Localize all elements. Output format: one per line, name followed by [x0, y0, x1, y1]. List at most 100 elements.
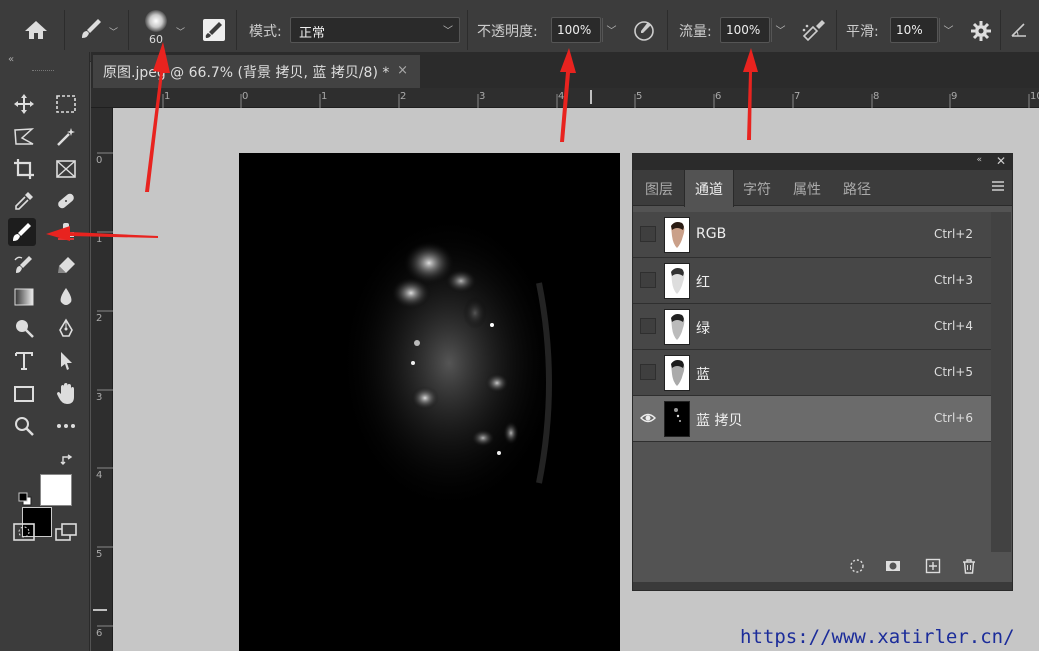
- close-icon[interactable]: ×: [397, 63, 408, 78]
- channel-name: 绿: [696, 321, 710, 337]
- ruler-label: 2: [96, 313, 103, 324]
- mode-select[interactable]: 正常 ﹀: [290, 17, 460, 43]
- tools-panel: «: [0, 52, 90, 651]
- close-icon[interactable]: ✕: [996, 154, 1006, 168]
- flow-value: 100%: [726, 23, 761, 37]
- home-icon[interactable]: [22, 18, 50, 42]
- flow-input[interactable]: 100% ﹀: [720, 17, 786, 43]
- eye-icon[interactable]: [640, 410, 656, 426]
- smoothing-label: 平滑:: [846, 24, 879, 40]
- crop-tool-icon[interactable]: [10, 155, 38, 183]
- visibility-toggle[interactable]: [640, 272, 656, 288]
- brush-tool-icon[interactable]: [8, 218, 36, 246]
- tab-character[interactable]: 字符: [743, 179, 771, 199]
- channel-name: 蓝: [696, 367, 710, 383]
- history-brush-tool-icon[interactable]: [10, 251, 38, 279]
- airbrush-icon[interactable]: [801, 18, 827, 46]
- panel-grip[interactable]: [32, 70, 54, 73]
- marquee-tool-icon[interactable]: [52, 90, 80, 118]
- swap-colors-icon[interactable]: [60, 453, 74, 471]
- visibility-toggle[interactable]: [640, 318, 656, 334]
- frame-tool-icon[interactable]: [52, 155, 80, 183]
- watermark-text: https://www.xatirler.cn/: [740, 626, 1015, 648]
- healing-tool-icon[interactable]: [52, 187, 80, 215]
- ruler-label: 3: [96, 392, 103, 403]
- chevron-down-icon[interactable]: ﹀: [176, 25, 185, 38]
- opacity-label: 不透明度:: [477, 24, 538, 40]
- ruler-label: 2: [400, 91, 407, 102]
- panel-resize-handle[interactable]: [633, 582, 1012, 590]
- type-tool-icon[interactable]: [10, 347, 38, 375]
- blur-tool-icon[interactable]: [52, 283, 80, 311]
- smoothing-input[interactable]: 10% ﹀: [890, 17, 954, 43]
- chevron-down-icon: ﹀: [443, 26, 453, 37]
- background-color-swatch[interactable]: [40, 474, 72, 506]
- ruler-label: 6: [715, 91, 722, 102]
- delete-channel-icon[interactable]: [961, 558, 977, 574]
- zoom-tool-icon[interactable]: [10, 412, 38, 440]
- channel-thumbnail: [664, 309, 690, 345]
- toggle-brush-panel-icon[interactable]: [203, 19, 225, 41]
- panel-footer: [633, 550, 1012, 582]
- eyedropper-tool-icon[interactable]: [10, 187, 38, 215]
- ruler-label: 8: [873, 91, 880, 102]
- tab-layers[interactable]: 图层: [645, 179, 673, 199]
- channel-name: 红: [696, 275, 710, 291]
- channel-shortcut: Ctrl+3: [933, 273, 973, 287]
- visibility-toggle[interactable]: [640, 364, 656, 380]
- chevron-down-icon[interactable]: ﹀: [602, 18, 620, 42]
- channel-row-rgb[interactable]: RGB Ctrl+2: [633, 212, 991, 258]
- magic-wand-tool-icon[interactable]: [52, 123, 80, 151]
- smoothing-value: 10%: [896, 23, 923, 37]
- document-tab[interactable]: 原图.jpeg @ 66.7% (背景 拷贝, 蓝 拷贝/8) * ×: [93, 55, 420, 88]
- dodge-tool-icon[interactable]: [10, 315, 38, 343]
- channel-row-red[interactable]: 红 Ctrl+3: [633, 258, 991, 304]
- channel-shortcut: Ctrl+4: [933, 319, 973, 333]
- channel-list: RGB Ctrl+2 红 Ctrl+3 绿 Ctrl+4 蓝 Ctrl+5 蓝 …: [633, 212, 991, 442]
- panel-scrollbar[interactable]: [991, 212, 1011, 552]
- panel-titlebar[interactable]: « ✕: [633, 154, 1012, 170]
- brush-icon[interactable]: [78, 16, 104, 46]
- mode-value: 正常: [299, 26, 326, 41]
- tab-channels[interactable]: 通道: [684, 170, 734, 207]
- channel-thumbnail: [664, 217, 690, 253]
- document-canvas[interactable]: [239, 153, 620, 651]
- channel-shortcut: Ctrl+6: [933, 411, 973, 425]
- angle-icon[interactable]: [1010, 22, 1028, 42]
- pressure-opacity-icon[interactable]: [632, 18, 656, 46]
- default-colors-icon[interactable]: [18, 492, 32, 510]
- path-select-tool-icon[interactable]: [52, 347, 80, 375]
- clone-stamp-tool-icon[interactable]: [52, 218, 80, 246]
- chevron-down-icon[interactable]: ﹀: [771, 18, 789, 42]
- quick-mask-icon[interactable]: [10, 518, 38, 546]
- panel-menu-icon[interactable]: [992, 181, 1004, 193]
- gear-icon[interactable]: [970, 20, 992, 46]
- channel-row-green[interactable]: 绿 Ctrl+4: [633, 304, 991, 350]
- visibility-toggle[interactable]: [640, 226, 656, 242]
- ruler-label: 6: [96, 628, 103, 639]
- eraser-tool-icon[interactable]: [52, 251, 80, 279]
- tab-properties[interactable]: 属性: [793, 179, 821, 199]
- ruler-label: 7: [794, 91, 801, 102]
- tab-paths[interactable]: 路径: [843, 179, 871, 199]
- new-channel-icon[interactable]: [925, 558, 941, 574]
- gradient-tool-icon[interactable]: [10, 283, 38, 311]
- more-tools-icon[interactable]: [52, 412, 80, 440]
- move-tool-icon[interactable]: [10, 90, 38, 118]
- channel-row-blue-copy[interactable]: 蓝 拷贝 Ctrl+6: [633, 396, 991, 442]
- brush-preset-picker[interactable]: 60: [142, 10, 170, 50]
- collapse-icon[interactable]: «: [976, 155, 982, 165]
- channel-row-blue[interactable]: 蓝 Ctrl+5: [633, 350, 991, 396]
- rectangle-tool-icon[interactable]: [10, 380, 38, 408]
- screen-mode-icon[interactable]: [52, 518, 80, 546]
- pen-tool-icon[interactable]: [52, 315, 80, 343]
- collapse-icon[interactable]: «: [8, 54, 14, 65]
- opacity-input[interactable]: 100% ﹀: [551, 17, 617, 43]
- lasso-tool-icon[interactable]: [10, 123, 38, 151]
- ruler-label: 3: [479, 91, 486, 102]
- hand-tool-icon[interactable]: [52, 380, 80, 408]
- save-selection-icon[interactable]: [885, 558, 901, 574]
- load-selection-icon[interactable]: [849, 558, 865, 574]
- chevron-down-icon[interactable]: ﹀: [109, 25, 118, 38]
- chevron-down-icon[interactable]: ﹀: [939, 18, 957, 42]
